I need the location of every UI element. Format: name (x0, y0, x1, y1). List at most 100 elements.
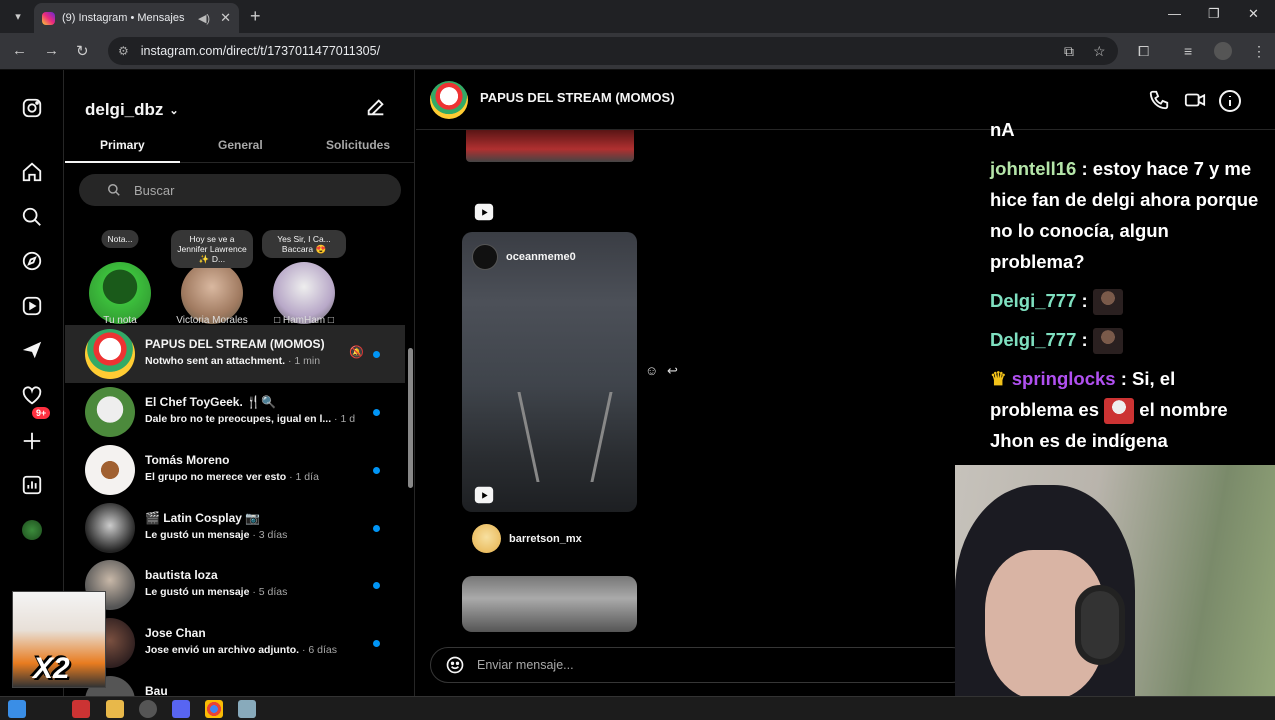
forward-icon[interactable]: → (44, 42, 59, 59)
stream-chat-line: Delgi_777 : (990, 324, 1260, 355)
chrome-icon[interactable] (205, 700, 223, 718)
unread-dot (373, 467, 380, 474)
taskbar-app-icon[interactable] (72, 700, 90, 718)
conversation-preview: Le gustó un mensaje · 5 días (145, 586, 288, 598)
discord-icon[interactable] (172, 700, 190, 718)
unread-dot (373, 582, 380, 589)
reel-author[interactable]: oceanmeme0 (506, 251, 576, 263)
conversation-item[interactable]: PAPUS DEL STREAM (MOMOS) Notwho sent an … (65, 325, 405, 383)
close-tab-icon[interactable]: ✕ (220, 10, 231, 26)
new-message-icon[interactable] (365, 96, 387, 123)
phone-call-icon[interactable] (1148, 89, 1170, 116)
conversation-name: Jose Chan (145, 626, 206, 640)
tab-requests[interactable]: Solicitudes (326, 138, 390, 152)
address-bar[interactable]: ⚙ instagram.com/direct/t/173701147701130… (108, 37, 1118, 65)
message-input[interactable]: Enviar mensaje... (430, 647, 970, 683)
headphones-icon (1075, 585, 1125, 665)
avatar[interactable] (472, 524, 501, 553)
taskbar-app-icon[interactable] (238, 700, 256, 718)
site-info-icon[interactable]: ⚙ (118, 44, 129, 58)
create-plus-icon[interactable] (20, 429, 44, 453)
sender-name[interactable]: barretson_mx (509, 533, 582, 545)
tab-list-button[interactable]: ▾ (7, 6, 29, 28)
conversation-preview: Le gustó un mensaje · 3 días (145, 529, 288, 541)
conversation-item[interactable]: Tomás Moreno El grupo no merece ver esto… (65, 441, 405, 499)
reels-icon[interactable] (20, 294, 44, 318)
instagram-favicon-icon (42, 11, 55, 25)
group-name[interactable]: PAPUS DEL STREAM (MOMOS) (480, 90, 675, 105)
chat-username: Delgi_777 (990, 329, 1077, 350)
stream-chat-line: nA (990, 119, 1015, 140)
dashboard-icon[interactable] (20, 473, 44, 497)
chat-emote-icon (1092, 289, 1123, 316)
tab-primary[interactable]: Primary (100, 138, 145, 152)
home-icon[interactable] (20, 160, 44, 184)
explore-icon[interactable] (20, 249, 44, 273)
start-icon[interactable] (8, 700, 26, 718)
avatar (85, 329, 135, 379)
browser-menu-icon[interactable]: ⋮ (1252, 43, 1266, 60)
inbox-tabs: Primary General Solicitudes (65, 130, 414, 163)
reply-icon[interactable]: ↩ (667, 363, 678, 379)
chevron-down-icon: ⌄ (169, 104, 179, 117)
avatar (85, 387, 135, 437)
conversation-item[interactable]: 🎬 Latin Cosplay 📷 Le gustó un mensaje · … (65, 499, 405, 557)
avatar (85, 503, 135, 553)
account-username: delgi_dbz (85, 100, 164, 119)
avatar (472, 244, 498, 270)
chat-username: Delgi_777 (990, 290, 1077, 311)
minimize-icon[interactable]: — (1168, 6, 1181, 21)
unread-dot (373, 640, 380, 647)
messenger-icon[interactable] (20, 338, 44, 362)
search-icon[interactable] (20, 205, 44, 229)
back-icon[interactable]: ← (12, 42, 27, 59)
audio-icon[interactable]: ◀) (198, 12, 210, 25)
conversation-name: 🎬 Latin Cosplay 📷 (145, 511, 261, 525)
conversation-preview: Notwho sent an attachment. · 1 min (145, 355, 321, 367)
profile-avatar-icon[interactable] (20, 518, 44, 542)
new-tab-button[interactable]: + (250, 6, 261, 27)
crown-badge-icon: ♛ (990, 368, 1007, 389)
notifications-heart-icon[interactable] (20, 384, 44, 408)
message-sender: barretson_mx (472, 524, 582, 553)
os-taskbar (0, 696, 1275, 720)
bookmark-star-icon[interactable]: ☆ (1093, 43, 1106, 60)
goku-label: X2 (33, 652, 70, 685)
profile-avatar[interactable] (1214, 42, 1232, 60)
account-switcher[interactable]: delgi_dbz ⌄ (85, 100, 179, 120)
browser-tabbar: ▾ (9) Instagram • Mensajes ◀) ✕ + — ❐ ✕ (0, 0, 1275, 33)
note-bubble: Nota... (101, 230, 139, 248)
close-window-icon[interactable]: ✕ (1248, 6, 1259, 22)
inbox-scrollbar[interactable] (406, 332, 414, 696)
tab-general[interactable]: General (218, 138, 263, 152)
maximize-icon[interactable]: ❐ (1208, 6, 1220, 22)
browser-tab[interactable]: (9) Instagram • Mensajes ◀) ✕ (34, 3, 239, 33)
active-tab-indicator (65, 161, 180, 163)
reload-icon[interactable]: ↻ (76, 42, 89, 60)
conversation-item[interactable]: El Chef ToyGeek. 🍴🔍 Dale bro no te preoc… (65, 383, 405, 441)
shared-media-bottom[interactable] (462, 576, 637, 632)
shared-media-partial[interactable] (466, 130, 634, 162)
taskbar-app-icon[interactable] (139, 700, 157, 718)
conversation-name: Tomás Moreno (145, 453, 230, 467)
goku-overlay-image: X2 (12, 591, 106, 688)
instagram-logo-icon[interactable] (20, 96, 44, 120)
scrollbar-thumb[interactable] (408, 348, 413, 488)
extensions-icon[interactable]: ⧠ (1138, 43, 1149, 60)
conversation-item[interactable]: Jose Chan Jose envió un archivo adjunto.… (65, 614, 405, 672)
conversation-name: PAPUS DEL STREAM (MOMOS) (145, 337, 325, 351)
folder-icon[interactable] (106, 700, 124, 718)
notification-badge: 9+ (32, 407, 51, 419)
shared-reel-card[interactable]: oceanmeme0 (462, 232, 637, 512)
cast-icon[interactable]: ⧉ (1064, 43, 1074, 60)
conversation-item[interactable]: bautista loza Le gustó un mensaje · 5 dí… (65, 556, 405, 614)
react-emoji-icon[interactable]: ☺ (645, 363, 658, 378)
emoji-icon[interactable] (445, 655, 465, 675)
conversation-item[interactable]: Bau (65, 672, 405, 696)
group-avatar[interactable] (430, 81, 468, 119)
search-input[interactable]: Buscar (79, 174, 401, 206)
media-control-icon[interactable]: ≡ (1184, 43, 1192, 59)
conversation-preview: El grupo no merece ver esto · 1 día (145, 471, 319, 483)
search-field-icon (108, 184, 120, 196)
video-call-icon[interactable] (1183, 89, 1207, 116)
